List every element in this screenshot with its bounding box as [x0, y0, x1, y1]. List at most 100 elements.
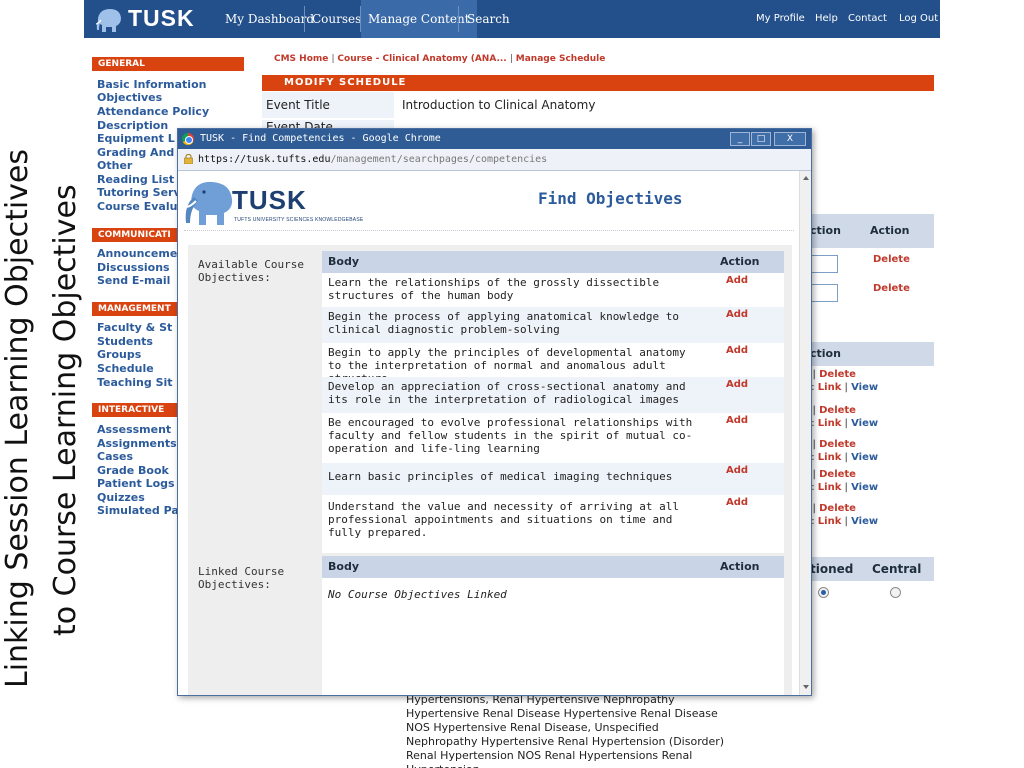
link-link[interactable]: Link: [818, 482, 842, 493]
sidebar-item-groups[interactable]: Groups: [97, 348, 141, 361]
link-link[interactable]: Link: [818, 418, 842, 429]
breadcrumb-manage-schedule[interactable]: Manage Schedule: [516, 54, 606, 64]
sidebar-heading-general: GENERAL: [92, 57, 244, 71]
logo-tagline: TUFTS UNIVERSITY SCIENCES KNOWLEDGEBASE: [234, 217, 364, 223]
table1-col1: ction: [810, 224, 841, 237]
add-link[interactable]: Add: [726, 465, 748, 476]
slide-caption-line-1: Linking Session Learning Objectives: [0, 148, 35, 688]
sort-order-input[interactable]: [810, 255, 838, 273]
delete-link[interactable]: Delete: [873, 254, 910, 265]
nav-search[interactable]: Search: [460, 0, 517, 38]
linked-objectives-table: Body Action No Course Objectives Linked: [322, 556, 784, 695]
table-row: Begin the process of applying anatomical…: [322, 307, 784, 343]
scroll-down-icon[interactable]: [803, 685, 809, 689]
central-radio[interactable]: [890, 587, 901, 598]
view-link[interactable]: View: [851, 418, 878, 429]
slide: Linking Session Learning Objectives to C…: [0, 0, 1024, 768]
sidebar-item-description[interactable]: Description: [97, 119, 168, 132]
table-row: : | Delete s: Link | View: [806, 404, 878, 430]
linked-objectives-label: Linked Course Objectives:: [198, 565, 285, 591]
delete-link[interactable]: Delete: [819, 469, 856, 480]
close-button[interactable]: X: [774, 132, 806, 146]
table-row: : | Delete s: Link | View: [806, 438, 878, 464]
view-link[interactable]: View: [851, 482, 878, 493]
sidebar-item-patient-logs[interactable]: Patient Logs: [97, 477, 175, 490]
tusk-logo[interactable]: TUSK: [94, 4, 206, 36]
sidebar-item-assessments[interactable]: Assessment: [97, 423, 171, 436]
sidebar-item-objectives[interactable]: Objectives: [97, 91, 162, 104]
sort-order-input[interactable]: [810, 284, 838, 302]
sidebar-item-grade-book[interactable]: Grade Book: [97, 464, 169, 477]
sidebar-item-other[interactable]: Other: [97, 159, 132, 172]
sidebar-item-grading[interactable]: Grading And: [97, 146, 174, 159]
popup-title-bar[interactable]: TUSK - Find Competencies - Google Chrome…: [178, 129, 811, 149]
sidebar-item-reading-list[interactable]: Reading List: [97, 173, 174, 186]
minimize-button[interactable]: _: [730, 132, 750, 146]
table3-col1: tioned: [810, 562, 854, 576]
sidebar-item-cases[interactable]: Cases: [97, 450, 133, 463]
add-link[interactable]: Add: [726, 497, 748, 508]
delete-link[interactable]: Delete: [873, 283, 910, 294]
sidebar-item-faculty-staff[interactable]: Faculty & St: [97, 321, 172, 334]
sidebar-item-assignments[interactable]: Assignments: [97, 437, 177, 450]
add-link[interactable]: Add: [726, 309, 748, 320]
breadcrumb-course[interactable]: Course - Clinical Anatomy (ANA...: [337, 54, 506, 64]
sidebar-item-students[interactable]: Students: [97, 335, 153, 348]
delete-link[interactable]: Delete: [819, 369, 856, 380]
view-link[interactable]: View: [851, 452, 878, 463]
table3-col2: Central: [872, 562, 922, 576]
view-link[interactable]: View: [851, 382, 878, 393]
table3-header: tioned Central: [810, 557, 934, 581]
nav-help[interactable]: Help: [815, 0, 838, 38]
delete-link[interactable]: Delete: [819, 503, 856, 514]
table-row: : | Delete s: Link | View: [806, 368, 878, 394]
sidebar-item-basic-information[interactable]: Basic Information: [97, 78, 206, 91]
add-link[interactable]: Add: [726, 275, 748, 286]
find-competencies-popup: TUSK - Find Competencies - Google Chrome…: [177, 128, 812, 696]
table-header: Body Action: [322, 251, 784, 273]
sidebar-item-quizzes[interactable]: Quizzes: [97, 491, 145, 504]
nav-my-profile[interactable]: My Profile: [756, 0, 805, 38]
col-action-header: Action: [720, 255, 760, 268]
table-row: : | Delete s: Link | View: [806, 502, 878, 528]
address-bar[interactable]: https://tusk.tufts.edu/management/search…: [178, 149, 811, 171]
lock-icon: [184, 154, 193, 164]
link-link[interactable]: Link: [818, 382, 842, 393]
sidebar-item-course-evaluations[interactable]: Course Evalu: [97, 200, 177, 213]
nav-contact[interactable]: Contact: [848, 0, 887, 38]
add-link[interactable]: Add: [726, 415, 748, 426]
delete-link[interactable]: Delete: [819, 439, 856, 450]
scroll-up-icon[interactable]: [803, 176, 809, 180]
table-row: Learn the relationships of the grossly d…: [322, 273, 784, 307]
objective-text: Learn basic principles of medical imagin…: [328, 470, 673, 483]
add-link[interactable]: Add: [726, 345, 748, 356]
breadcrumb-cms-home[interactable]: CMS Home: [274, 54, 328, 64]
nav-courses[interactable]: Courses: [305, 0, 368, 38]
sidebar-item-announcements[interactable]: Announceme: [97, 247, 177, 260]
popup-scrollbar[interactable]: [799, 171, 811, 695]
nav-log-out[interactable]: Log Out: [899, 0, 938, 38]
link-link[interactable]: Link: [818, 516, 842, 527]
slide-caption-line-2: to Course Learning Objectives: [48, 184, 83, 636]
sidebar-item-teaching-sites[interactable]: Teaching Sit: [97, 376, 173, 389]
sidebar-item-simulated-patients[interactable]: Simulated Pa: [97, 504, 179, 517]
chrome-icon: [182, 133, 194, 145]
logo-text: TUSK: [232, 185, 307, 215]
mentioned-radio[interactable]: [818, 587, 829, 598]
url-text: https://tusk.tufts.edu/management/search…: [198, 149, 547, 171]
sidebar-item-schedule[interactable]: Schedule: [97, 362, 154, 375]
table-row: Learn basic principles of medical imagin…: [322, 463, 784, 495]
table-header: Body Action: [322, 556, 784, 578]
maximize-button[interactable]: □: [751, 132, 771, 146]
add-link[interactable]: Add: [726, 379, 748, 390]
sidebar-item-send-email[interactable]: Send E-mail: [97, 274, 170, 287]
sidebar-item-equipment[interactable]: Equipment L: [97, 132, 175, 145]
sidebar-item-attendance-policy[interactable]: Attendance Policy: [97, 105, 209, 118]
link-link[interactable]: Link: [818, 452, 842, 463]
page-title: Find Objectives: [538, 189, 683, 208]
view-link[interactable]: View: [851, 516, 878, 527]
delete-link[interactable]: Delete: [819, 405, 856, 416]
sidebar-item-discussions[interactable]: Discussions: [97, 261, 170, 274]
table-row: Be encouraged to evolve professional rel…: [322, 413, 784, 463]
sidebar-item-tutoring-services[interactable]: Tutoring Serv: [97, 186, 181, 199]
